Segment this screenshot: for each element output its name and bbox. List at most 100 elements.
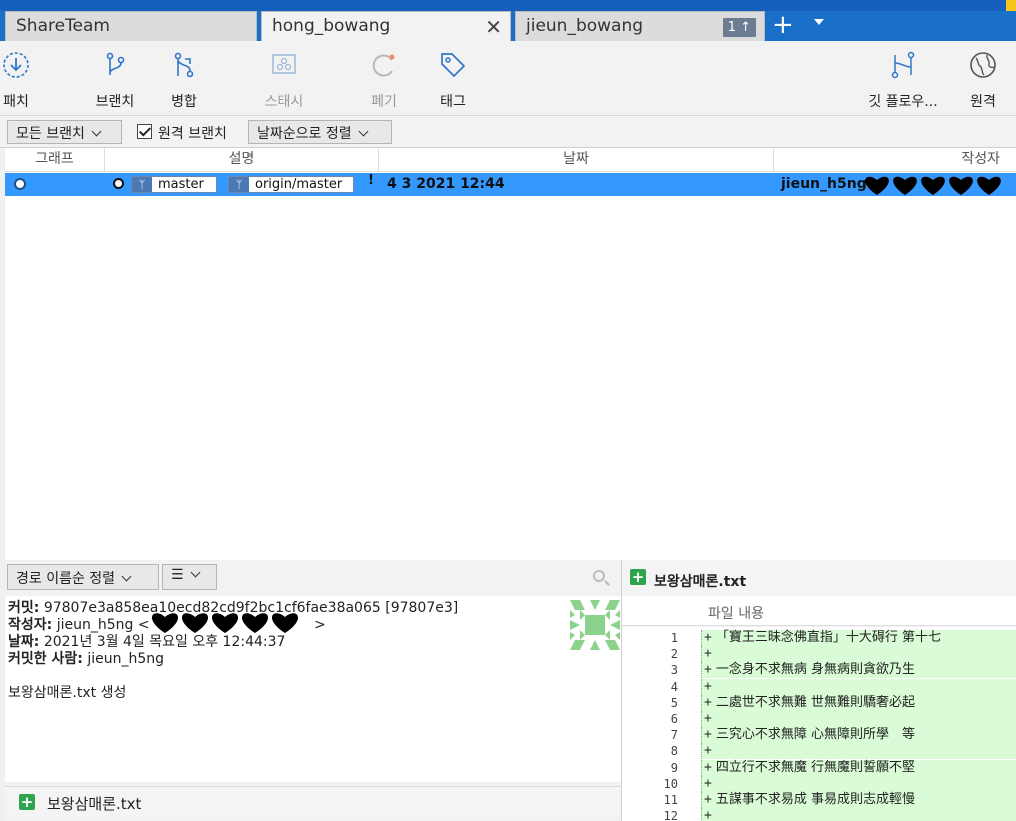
stash-button[interactable]: 스태시 xyxy=(254,49,314,111)
commit-details: 커밋: 97807e3a858ea10ecd82cd9f2bc1cf6fae38… xyxy=(5,596,621,782)
remote-button[interactable]: 원격 xyxy=(953,49,1013,111)
view-mode-dropdown[interactable]: ☰ xyxy=(162,564,217,590)
commit-label: 커밋: xyxy=(8,600,40,616)
sort-by-path-dropdown[interactable]: 경로 이름순 정렬 xyxy=(7,564,159,590)
diff-line: 9 + 四立行不求無魔 行無魔則誓願不堅 xyxy=(622,759,1016,776)
sort-by-date-dropdown[interactable]: 날짜순으로 정렬 xyxy=(248,120,392,144)
column-header-graph[interactable]: 그래프 xyxy=(5,148,105,172)
file-content-label: 파일 내용 xyxy=(708,606,764,622)
column-header-author[interactable]: 작성자 xyxy=(774,148,1016,172)
line-number: 4 xyxy=(670,679,678,694)
added-marker: + xyxy=(704,678,712,694)
added-line-content: + 三究心不求無障 心無障則所學 等 xyxy=(701,727,1016,744)
commit-author: jieun_h5ng xyxy=(781,176,867,192)
discard-label: 폐기 xyxy=(371,94,397,110)
line-number: 2 xyxy=(670,647,678,662)
file-list-toolbar: 경로 이름순 정렬 ☰ xyxy=(5,560,621,596)
download-circle-icon xyxy=(3,52,29,78)
author-email-end: > xyxy=(314,617,326,633)
branch-icon: ᛘ xyxy=(229,177,249,192)
tab-hong-bowang[interactable]: hong_bowang ✕ xyxy=(261,11,511,41)
added-line-content: + 五謀事不求易成 事易成則志成輕慢 xyxy=(701,792,1016,808)
author-label: 작성자: xyxy=(8,617,53,633)
git-flow-button[interactable]: 깃 플로우... xyxy=(863,49,943,111)
tab-jieun-bowang[interactable]: jieun_bowang 1 ↑ xyxy=(515,11,765,41)
added-line-content: + xyxy=(701,678,1016,695)
line-number: 8 xyxy=(670,744,678,759)
close-icon[interactable]: ✕ xyxy=(485,15,502,39)
line-text: 二處世不求無難 世無難則驕奢必起 xyxy=(715,694,915,710)
added-line-content: + xyxy=(701,775,1016,792)
merge-label: 병합 xyxy=(171,94,197,110)
sort-by-date-label: 날짜순으로 정렬 xyxy=(257,126,352,142)
branch-button[interactable]: 브랜치 xyxy=(85,49,145,111)
diff-line: 8 + xyxy=(622,743,1016,760)
remote-branches-checkbox[interactable] xyxy=(137,124,152,139)
added-line-content: + 一念身不求無病 身無病則貪欲乃生 xyxy=(701,662,1016,679)
added-line-content: + 二處世不求無難 世無難則驕奢必起 xyxy=(701,694,1016,711)
column-header-description[interactable]: 설명 xyxy=(105,148,379,172)
added-marker: + xyxy=(704,727,712,743)
chevron-down-icon xyxy=(121,571,132,582)
file-name: 보왕삼매론.txt xyxy=(47,795,142,813)
tab-shareteam[interactable]: ShareTeam xyxy=(5,11,257,41)
sort-by-path-label: 경로 이름순 정렬 xyxy=(16,571,116,587)
new-tab-icon[interactable]: + xyxy=(772,11,794,39)
date-label: 날짜: xyxy=(8,634,40,650)
commit-row[interactable]: ᛘ master ᛘ origin/master ! 4 3 2021 12:44 … xyxy=(5,173,1016,196)
git-flow-icon xyxy=(891,51,915,79)
diff-panel: + 보왕삼매론.txt 파일 내용 1 + 「寶王三昧念佛直指」十大碍行 第十七 2 +… xyxy=(621,560,1016,821)
line-text: 五謀事不求易成 事易成則志成輕慢 xyxy=(715,792,915,807)
author-name: jieun_h5ng < xyxy=(56,617,150,633)
diff-line: 2 + xyxy=(622,646,1016,663)
tag-button[interactable]: 태그 xyxy=(423,49,483,111)
chevron-down-icon xyxy=(358,126,369,137)
added-line-content: + 四立行不求無魔 行無魔則誓願不堅 xyxy=(701,759,1016,776)
line-text: 一念身不求無病 身無病則貪欲乃生 xyxy=(715,662,915,678)
chevron-down-icon[interactable] xyxy=(814,19,824,25)
added-marker: + xyxy=(704,694,712,710)
discard-button[interactable]: 폐기 xyxy=(354,49,414,111)
diff-column-header: 파일 내용 xyxy=(622,596,1016,626)
diff-line: 1 + 「寶王三昧念佛直指」十大碍行 第十七 xyxy=(622,630,1016,646)
added-line-content: + 「寶王三昧念佛直指」十大碍行 第十七 xyxy=(701,630,1016,646)
added-marker: + xyxy=(704,662,712,678)
commit-date: 4 3 2021 12:44 xyxy=(387,176,505,192)
tab-bar: ShareTeam hong_bowang ✕ jieun_bowang 1 ↑… xyxy=(0,0,1016,41)
added-marker: + xyxy=(704,775,712,791)
file-and-details-panel: 경로 이름순 정렬 ☰ 커밋: 97807e3a858ea10ecd82cd9f… xyxy=(5,560,621,821)
diff-file-name: 보왕삼매론.txt xyxy=(654,574,747,590)
file-list-item[interactable]: + 보왕삼매론.txt xyxy=(5,786,621,816)
main-toolbar: 패치 브랜치 병합 스태시 폐기 태그 깃 플로우... 원격 xyxy=(0,41,1016,116)
head-node xyxy=(113,178,124,189)
diff-line: 5 + 二處世不求無難 世無難則驕奢必起 xyxy=(622,694,1016,711)
commit-message: 보왕삼매론.txt 생성 xyxy=(8,685,127,701)
merge-button[interactable]: 병합 xyxy=(154,49,214,111)
all-branches-dropdown[interactable]: 모든 브랜치 xyxy=(7,120,122,144)
line-number: 11 xyxy=(663,793,678,807)
tab-label: hong_bowang xyxy=(272,16,391,36)
search-icon[interactable] xyxy=(593,570,605,582)
redacted-email xyxy=(151,613,299,633)
branch-tag-origin-master[interactable]: ᛘ origin/master xyxy=(228,176,354,193)
diff-content[interactable]: 1 + 「寶王三昧念佛直指」十大碍行 第十七 2 +3 + 一念身不求無病 身無病則貪欲乃生… xyxy=(622,627,1016,821)
patch-button[interactable]: 패치 xyxy=(0,49,46,111)
added-marker: + xyxy=(704,646,712,662)
branch-label: 브랜치 xyxy=(95,94,135,110)
added-marker: + xyxy=(704,792,712,807)
branch-tag-label: origin/master xyxy=(255,177,343,192)
tab-label: ShareTeam xyxy=(16,16,110,36)
git-flow-label: 깃 플로우... xyxy=(868,94,938,110)
tag-icon xyxy=(441,53,465,77)
column-header-date[interactable]: 날짜 xyxy=(379,148,774,172)
added-file-icon: + xyxy=(630,568,646,586)
redacted-email xyxy=(865,176,1001,195)
diff-line: 4 + xyxy=(622,678,1016,695)
commit-full-date: 2021년 3월 4일 목요일 오후 12:44:37 xyxy=(43,634,286,650)
added-marker: + xyxy=(704,630,712,645)
branch-tag-master[interactable]: ᛘ master xyxy=(131,176,217,193)
added-marker: + xyxy=(704,711,712,726)
line-number: 1 xyxy=(670,631,678,645)
diff-line: 6 + xyxy=(622,711,1016,727)
added-line-content: + xyxy=(701,711,1016,727)
